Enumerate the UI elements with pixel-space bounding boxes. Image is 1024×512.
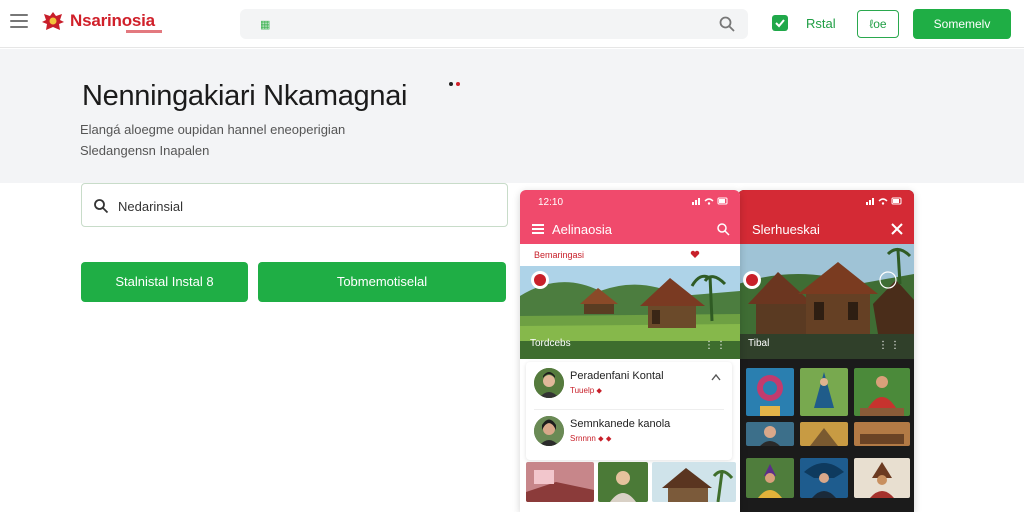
- item-name: Semnkanede kanola: [570, 418, 671, 430]
- hero-band: [0, 49, 1024, 183]
- item-name: Peradenfani Kontal: [570, 370, 664, 382]
- search-field-input[interactable]: [118, 196, 488, 216]
- check-icon[interactable]: [772, 15, 788, 31]
- primary-button[interactable]: Somemelv: [913, 9, 1011, 39]
- thumbnail-row: [526, 462, 738, 502]
- image-caption: Tibal: [748, 338, 770, 349]
- thumbnail-image[interactable]: [526, 462, 594, 502]
- thumbnail-image[interactable]: [598, 462, 648, 502]
- avatar: [534, 416, 564, 446]
- install-link[interactable]: Rstal: [806, 16, 836, 31]
- gallery-image[interactable]: [800, 422, 848, 446]
- gallery-image[interactable]: [800, 458, 848, 498]
- logo[interactable]: Nsarinosia: [40, 9, 166, 37]
- list-item[interactable]: Peradenfani Kontal Tuuelp ⬥: [526, 362, 732, 407]
- logo-text: Nsarinosia: [70, 11, 155, 30]
- garuda-logo-icon: [42, 12, 64, 30]
- section-header: Bemaringasi: [520, 244, 740, 266]
- gallery-image[interactable]: [854, 368, 910, 416]
- list-item[interactable]: Semnkanede kanola Srnnnn ⬥ ⬥: [526, 410, 732, 455]
- explore-button[interactable]: Tobmemotiselal: [258, 262, 506, 302]
- search-icon: [94, 199, 109, 214]
- phone-title: Aelinaosia: [552, 222, 612, 237]
- top-bar: Nsarinosia Rstal ℓoe Somemelv: [0, 0, 1024, 48]
- gallery-image[interactable]: [854, 422, 910, 446]
- gallery-image[interactable]: [746, 368, 794, 416]
- search-field[interactable]: [81, 183, 508, 227]
- install-button[interactable]: Stalnistal Instal 8: [81, 262, 248, 302]
- image-caption: Tordcebs: [530, 338, 571, 349]
- item-meta: Srnnnn ⬥ ⬥: [570, 434, 612, 443]
- hamburger-icon[interactable]: [10, 14, 28, 30]
- search-icon[interactable]: [718, 15, 736, 33]
- page-title: Nenningakiari Nkamagnai: [82, 80, 408, 112]
- global-search[interactable]: [240, 9, 748, 39]
- close-icon[interactable]: [890, 222, 904, 236]
- more-icon[interactable]: ⋮⋮: [704, 340, 728, 351]
- title-accent-icon: [449, 82, 460, 86]
- page-subtitle: Elangá aloegme oupidan hannel eneoperigi…: [80, 122, 346, 137]
- people-list: Peradenfani Kontal Tuuelp ⬥ Semnkanede k…: [526, 362, 732, 460]
- thumbnail-image[interactable]: [652, 462, 736, 502]
- heart-icon[interactable]: [690, 250, 700, 259]
- phone-header: 12:10 Aelinaosia: [520, 190, 740, 244]
- gallery-image[interactable]: [854, 458, 910, 498]
- photo-grid: [746, 368, 910, 508]
- app-preview: 12:10 Aelinaosia Bemaringasi Tordcebs ⋮⋮…: [520, 190, 914, 512]
- phone-title: Slerhueskai: [752, 222, 820, 237]
- search-icon[interactable]: [716, 222, 730, 236]
- phone-mockup-left: 12:10 Aelinaosia Bemaringasi Tordcebs ⋮⋮…: [520, 190, 740, 512]
- status-time: 12:10: [538, 197, 564, 208]
- more-icon[interactable]: ⋮⋮: [878, 340, 902, 351]
- avatar: [534, 368, 564, 398]
- gallery-image[interactable]: [800, 368, 848, 416]
- phone-mockup-right: Slerhueskai Tibal ⋮⋮: [738, 190, 914, 512]
- hamburger-icon[interactable]: [532, 224, 544, 234]
- logo-underline: [126, 30, 162, 33]
- status-bar-icon: [866, 197, 902, 205]
- gallery-image[interactable]: [746, 458, 794, 498]
- share-icon[interactable]: [710, 371, 722, 383]
- section-tag: Bemaringasi: [534, 250, 585, 260]
- status-bar-icon: [692, 197, 728, 205]
- secondary-button[interactable]: ℓoe: [857, 10, 899, 38]
- phone-header: Slerhueskai: [738, 190, 914, 244]
- gallery-image[interactable]: [746, 422, 794, 446]
- page-subtitle-secondary: Sledangensn Inapalen: [80, 143, 210, 158]
- global-search-input[interactable]: [260, 15, 680, 33]
- item-meta: Tuuelp ⬥: [570, 386, 602, 395]
